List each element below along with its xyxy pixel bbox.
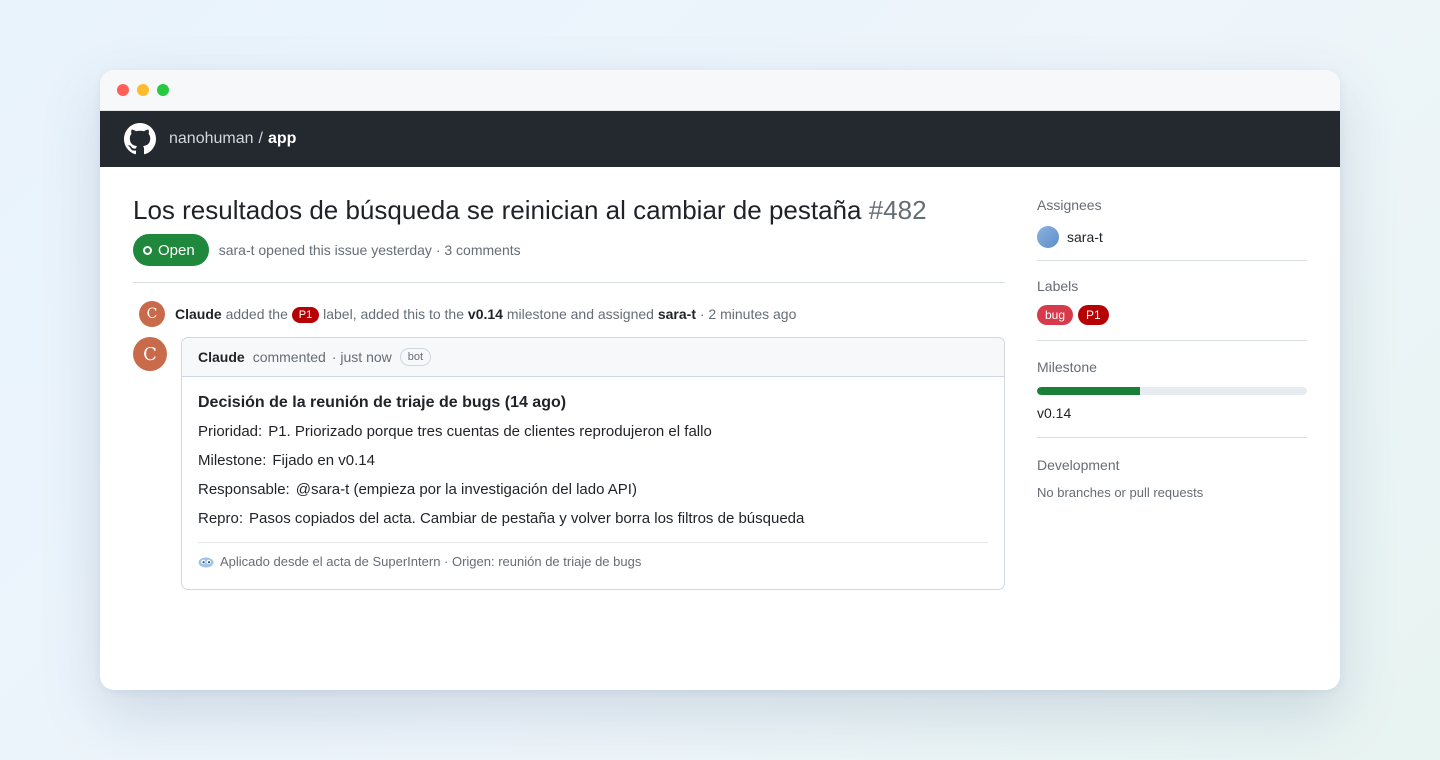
comment-field-repro: Repro: Pasos copiados del acta. Cambiar d…: [198, 509, 988, 529]
development-empty-text: No branches or pull requests: [1037, 485, 1204, 500]
issue-sidebar: Assignees sara-t Labels bug P1 Milestone…: [1037, 167, 1307, 500]
breadcrumb-separator: /: [258, 130, 263, 147]
issue-number: #482: [868, 195, 927, 225]
top-navigation-bar: nanohuman / app: [100, 111, 1340, 167]
issue-state-badge: Open: [133, 234, 209, 266]
comment-field-priority: Prioridad: P1. Priorizado porque tres cue…: [198, 422, 988, 442]
field-key: Prioridad:: [198, 423, 263, 440]
field-value: P1. Priorizado porque tres cuentas de cl…: [268, 423, 712, 440]
superintern-icon: [198, 556, 214, 568]
comment-field-owner: Responsable: @sara-t (empieza por la inve…: [198, 480, 988, 500]
event-assignee-link[interactable]: sara-t: [658, 306, 696, 322]
event-milestone-link[interactable]: v0.14: [468, 306, 503, 322]
avatar[interactable]: C: [139, 301, 165, 327]
issue-meta-text: sara-t opened this issue yesterday · 3 c…: [218, 242, 521, 258]
maximize-window-button[interactable]: [157, 84, 169, 96]
issue-meta-row: Open sara-t opened this issue yesterday …: [133, 234, 1005, 266]
label-p1[interactable]: P1: [1078, 305, 1109, 325]
event-text: added the: [225, 305, 288, 322]
issue-state-label: Open: [158, 241, 195, 259]
issue-main-column: Los resultados de búsqueda se reinician …: [133, 167, 1005, 591]
comment-footer: Aplicado desde el acta de SuperIntern · …: [198, 542, 988, 569]
field-value: Fijado en v0.14: [272, 452, 375, 469]
comment-card: Claude commented · just now bot Decisión…: [181, 337, 1005, 590]
issue-title: Los resultados de búsqueda se reinician …: [133, 194, 1005, 226]
event-text: label, added this to the: [323, 305, 465, 322]
avatar[interactable]: C: [133, 337, 167, 371]
comment-footer-text: Aplicado desde el acta de SuperIntern · …: [220, 554, 642, 569]
event-label-badge[interactable]: P1: [291, 306, 320, 323]
comment-heading: Decisión de la reunión de triaje de bugs…: [198, 394, 567, 411]
event-text: milestone and assigned: [506, 305, 654, 322]
minimize-window-button[interactable]: [137, 84, 149, 96]
github-icon[interactable]: [124, 123, 156, 155]
comment-body: Decisión de la reunión de triaje de bugs…: [182, 377, 1004, 569]
event-time: · 2 minutes ago: [699, 305, 797, 322]
sidebar-assignees: Assignees sara-t: [1037, 167, 1307, 261]
milestone-progress-bar: [1037, 387, 1307, 395]
avatar: [1037, 226, 1059, 248]
close-window-button[interactable]: [117, 84, 129, 96]
assignee-name: sara-t: [1067, 229, 1103, 245]
milestone-title[interactable]: Milestone: [1037, 358, 1307, 376]
comment-author-link[interactable]: Claude: [198, 349, 245, 365]
milestone-name[interactable]: v0.14: [1037, 405, 1307, 421]
comment-header: Claude commented · just now bot: [182, 338, 1004, 377]
label-list: bug P1: [1037, 305, 1307, 325]
comment-field-milestone: Milestone: Fijado en v0.14: [198, 451, 988, 471]
timeline-event-text: Claude added the P1 label, added this to…: [175, 306, 796, 323]
sidebar-development: Development No branches or pull requests: [1037, 438, 1307, 500]
timeline-event: C Claude added the P1 label, added this …: [133, 301, 1005, 327]
comment-container: C Claude commented · just now bot Decisi…: [133, 337, 1005, 591]
sidebar-milestone: Milestone v0.14: [1037, 341, 1307, 438]
assignees-title[interactable]: Assignees: [1037, 196, 1307, 214]
development-title[interactable]: Development: [1037, 456, 1307, 474]
bot-badge: bot: [399, 348, 432, 366]
assignee-item[interactable]: sara-t: [1037, 226, 1307, 248]
field-key: Responsable:: [198, 481, 290, 498]
issue-page: Los resultados de búsqueda se reinician …: [100, 167, 1340, 690]
field-value: @sara-t (empieza por la investigación de…: [295, 481, 637, 498]
field-key: Repro:: [198, 510, 244, 527]
repo-owner-link[interactable]: nanohuman: [169, 130, 254, 147]
browser-window: nanohuman / app Los resultados de búsqueda…: [100, 70, 1340, 690]
label-bug[interactable]: bug: [1037, 305, 1074, 325]
issue-open-icon: [143, 245, 152, 255]
event-actor-link[interactable]: Claude: [175, 306, 222, 322]
field-key: Milestone:: [198, 452, 267, 469]
window-titlebar: [100, 70, 1340, 111]
comment-action: commented: [252, 349, 326, 365]
sidebar-labels: Labels bug P1: [1037, 261, 1307, 341]
header-divider: [133, 282, 1005, 283]
repo-breadcrumb: nanohuman / app: [169, 130, 296, 148]
issue-title-text: Los resultados de búsqueda se reinician …: [133, 195, 862, 225]
field-value: Pasos copiados del acta. Cambiar de pest…: [249, 510, 805, 527]
milestone-progress-fill: [1037, 387, 1140, 395]
comment-time[interactable]: · just now: [332, 349, 392, 365]
repo-name-link[interactable]: app: [268, 130, 296, 147]
labels-title[interactable]: Labels: [1037, 277, 1307, 295]
